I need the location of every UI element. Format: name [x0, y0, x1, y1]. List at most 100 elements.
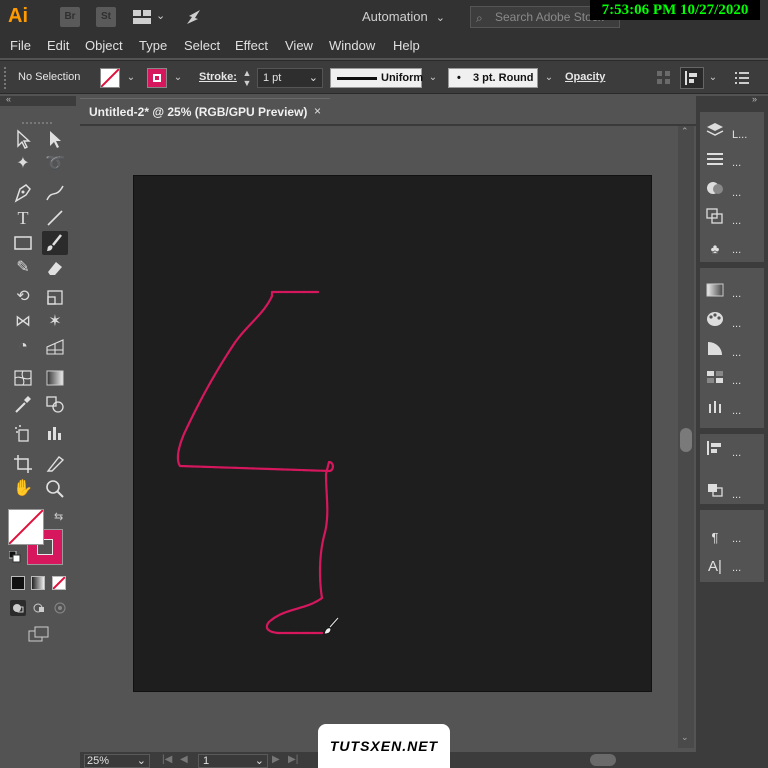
menu-select[interactable]: Select [184, 38, 220, 53]
properties-panel-button[interactable]: ... [704, 151, 764, 173]
puppet-warp-tool-icon[interactable]: ✶ [42, 310, 68, 334]
scale-tool-icon[interactable] [42, 285, 68, 309]
brush-definition-select[interactable]: • 3 pt. Round [448, 68, 538, 88]
stroke-weight-field[interactable]: 1 pt ⌄ [257, 68, 323, 88]
shaper-tool-icon[interactable]: ✎ [10, 256, 36, 280]
first-artboard-icon[interactable]: |◀ [162, 754, 172, 765]
default-fill-stroke-icon[interactable] [8, 550, 21, 563]
symbols-panel-button[interactable]: ♣... [704, 238, 764, 260]
paragraph-panel-button[interactable]: ¶... [704, 527, 764, 549]
line-segment-tool-icon[interactable] [42, 206, 68, 230]
bridge-button[interactable]: Br [60, 7, 80, 27]
curvature-tool-icon[interactable] [42, 181, 68, 205]
brush-stroke-path[interactable] [134, 176, 653, 693]
fill-dropdown-chevron-icon[interactable]: ⌄ [124, 70, 138, 86]
slice-tool-icon[interactable] [42, 451, 68, 475]
fill-color-swatch[interactable] [8, 509, 44, 545]
menu-effect[interactable]: Effect [235, 38, 268, 53]
layers-panel-button[interactable]: L... [704, 122, 764, 144]
rotate-tool-icon[interactable]: ⟲ [10, 285, 36, 309]
artboard-tool-icon[interactable] [10, 451, 36, 475]
appearance-panel-button[interactable]: ... [704, 180, 764, 202]
symbol-sprayer-tool-icon[interactable] [10, 421, 36, 445]
menu-help[interactable]: Help [393, 38, 420, 53]
stroke-label[interactable]: Stroke: [199, 71, 237, 83]
align-grid-icon[interactable] [657, 71, 671, 85]
panel-menu-icon[interactable] [735, 71, 749, 85]
color-guide-panel-button[interactable]: ... [704, 311, 764, 333]
arrange-dropdown-chevron-icon[interactable]: ⌄ [156, 9, 165, 22]
stroke-stepper-icon[interactable]: ▲ ▼ [240, 68, 254, 88]
document-tab[interactable]: Untitled-2* @ 25% (RGB/GPU Preview) [80, 98, 330, 124]
eraser-tool-icon[interactable] [42, 256, 68, 280]
close-document-icon[interactable]: × [314, 98, 328, 124]
lasso-tool-icon[interactable]: ➰ [42, 152, 68, 176]
none-mode-button[interactable] [52, 576, 66, 590]
menu-type[interactable]: Type [139, 38, 167, 53]
align-panel-dock-button[interactable]: ... [704, 440, 764, 462]
paintbrush-tool-icon[interactable] [42, 231, 68, 255]
transform-panel-button[interactable]: ... [704, 208, 764, 230]
brushes-panel-button[interactable]: ... [704, 369, 764, 391]
zoom-level-select[interactable]: 25% ⌄ [84, 754, 150, 768]
workspace-switcher[interactable]: Automation ⌄ [350, 6, 458, 28]
pathfinder-panel-button[interactable]: ... [704, 482, 764, 504]
gradient-mode-button[interactable] [31, 576, 45, 590]
scroll-down-icon[interactable]: ⌄ [681, 732, 689, 743]
draw-inside-icon[interactable] [52, 600, 68, 616]
collapse-panels-icon[interactable]: » [752, 94, 757, 104]
menu-window[interactable]: Window [329, 38, 375, 53]
shape-builder-tool-icon[interactable]: ◔ [10, 335, 36, 359]
swatches-panel-button[interactable]: ... [704, 340, 764, 362]
stroke-swatch[interactable] [147, 68, 167, 88]
menu-view[interactable]: View [285, 38, 313, 53]
pen-tool-icon[interactable] [10, 181, 36, 205]
align-chevron-icon[interactable]: ⌄ [706, 70, 720, 86]
last-artboard-icon[interactable]: ▶| [288, 754, 298, 765]
draw-behind-icon[interactable] [31, 600, 47, 616]
symbols-sprayer-panel-button[interactable]: ... [704, 398, 764, 420]
magic-wand-tool-icon[interactable]: ✦ [10, 152, 36, 176]
width-tool-icon[interactable]: ⋈ [10, 310, 36, 334]
previous-artboard-icon[interactable]: ◀ [180, 754, 188, 765]
zoom-level-value: 25% [87, 755, 110, 767]
gradient-panel-button[interactable]: ... [704, 282, 764, 304]
character-panel-button[interactable]: A|... [704, 556, 764, 578]
stroke-color-dropdown-chevron-icon[interactable]: ⌄ [171, 70, 185, 86]
menu-edit[interactable]: Edit [47, 38, 69, 53]
vertical-scroll-thumb[interactable] [680, 428, 692, 452]
fill-swatch[interactable] [100, 68, 120, 88]
brush-chevron-icon[interactable]: ⌄ [542, 70, 556, 86]
horizontal-scroll-thumb[interactable] [590, 754, 616, 766]
swap-fill-stroke-icon[interactable]: ⇆ [54, 510, 63, 523]
next-artboard-icon[interactable]: ▶ [272, 754, 280, 765]
rectangle-tool-icon[interactable] [10, 231, 36, 255]
hand-tool-icon[interactable]: ✋ [10, 477, 36, 501]
stroke-profile-chevron-icon[interactable]: ⌄ [426, 70, 440, 86]
draw-normal-icon[interactable] [10, 600, 26, 616]
zoom-tool-icon[interactable] [42, 477, 68, 501]
artboard-navigation-field[interactable]: 1 ⌄ [198, 754, 268, 768]
mesh-tool-icon[interactable] [10, 366, 36, 390]
align-panel-button[interactable] [680, 67, 704, 89]
color-mode-button[interactable] [11, 576, 25, 590]
gradient-tool-icon[interactable] [42, 366, 68, 390]
eyedropper-tool-icon[interactable] [10, 392, 36, 416]
scroll-up-icon[interactable]: ⌃ [681, 126, 689, 137]
stock-button[interactable]: St [96, 7, 116, 27]
change-screen-mode-icon[interactable] [28, 626, 50, 642]
type-tool-icon[interactable]: T [10, 206, 36, 230]
menu-object[interactable]: Object [85, 38, 123, 53]
perspective-grid-tool-icon[interactable] [42, 335, 68, 359]
blend-tool-icon[interactable] [42, 392, 68, 416]
opacity-label[interactable]: Opacity [565, 71, 605, 83]
menu-file[interactable]: File [10, 38, 31, 53]
selection-tool-icon[interactable] [10, 127, 36, 151]
direct-selection-tool-icon[interactable] [42, 127, 68, 151]
gpu-performance-icon[interactable] [184, 7, 204, 27]
artboard[interactable] [133, 175, 652, 692]
arrange-documents-icon[interactable] [132, 9, 152, 25]
stroke-profile-select[interactable]: Uniform [330, 68, 423, 88]
column-graph-tool-icon[interactable] [42, 421, 68, 445]
collapse-tools-icon[interactable]: « [6, 94, 11, 104]
